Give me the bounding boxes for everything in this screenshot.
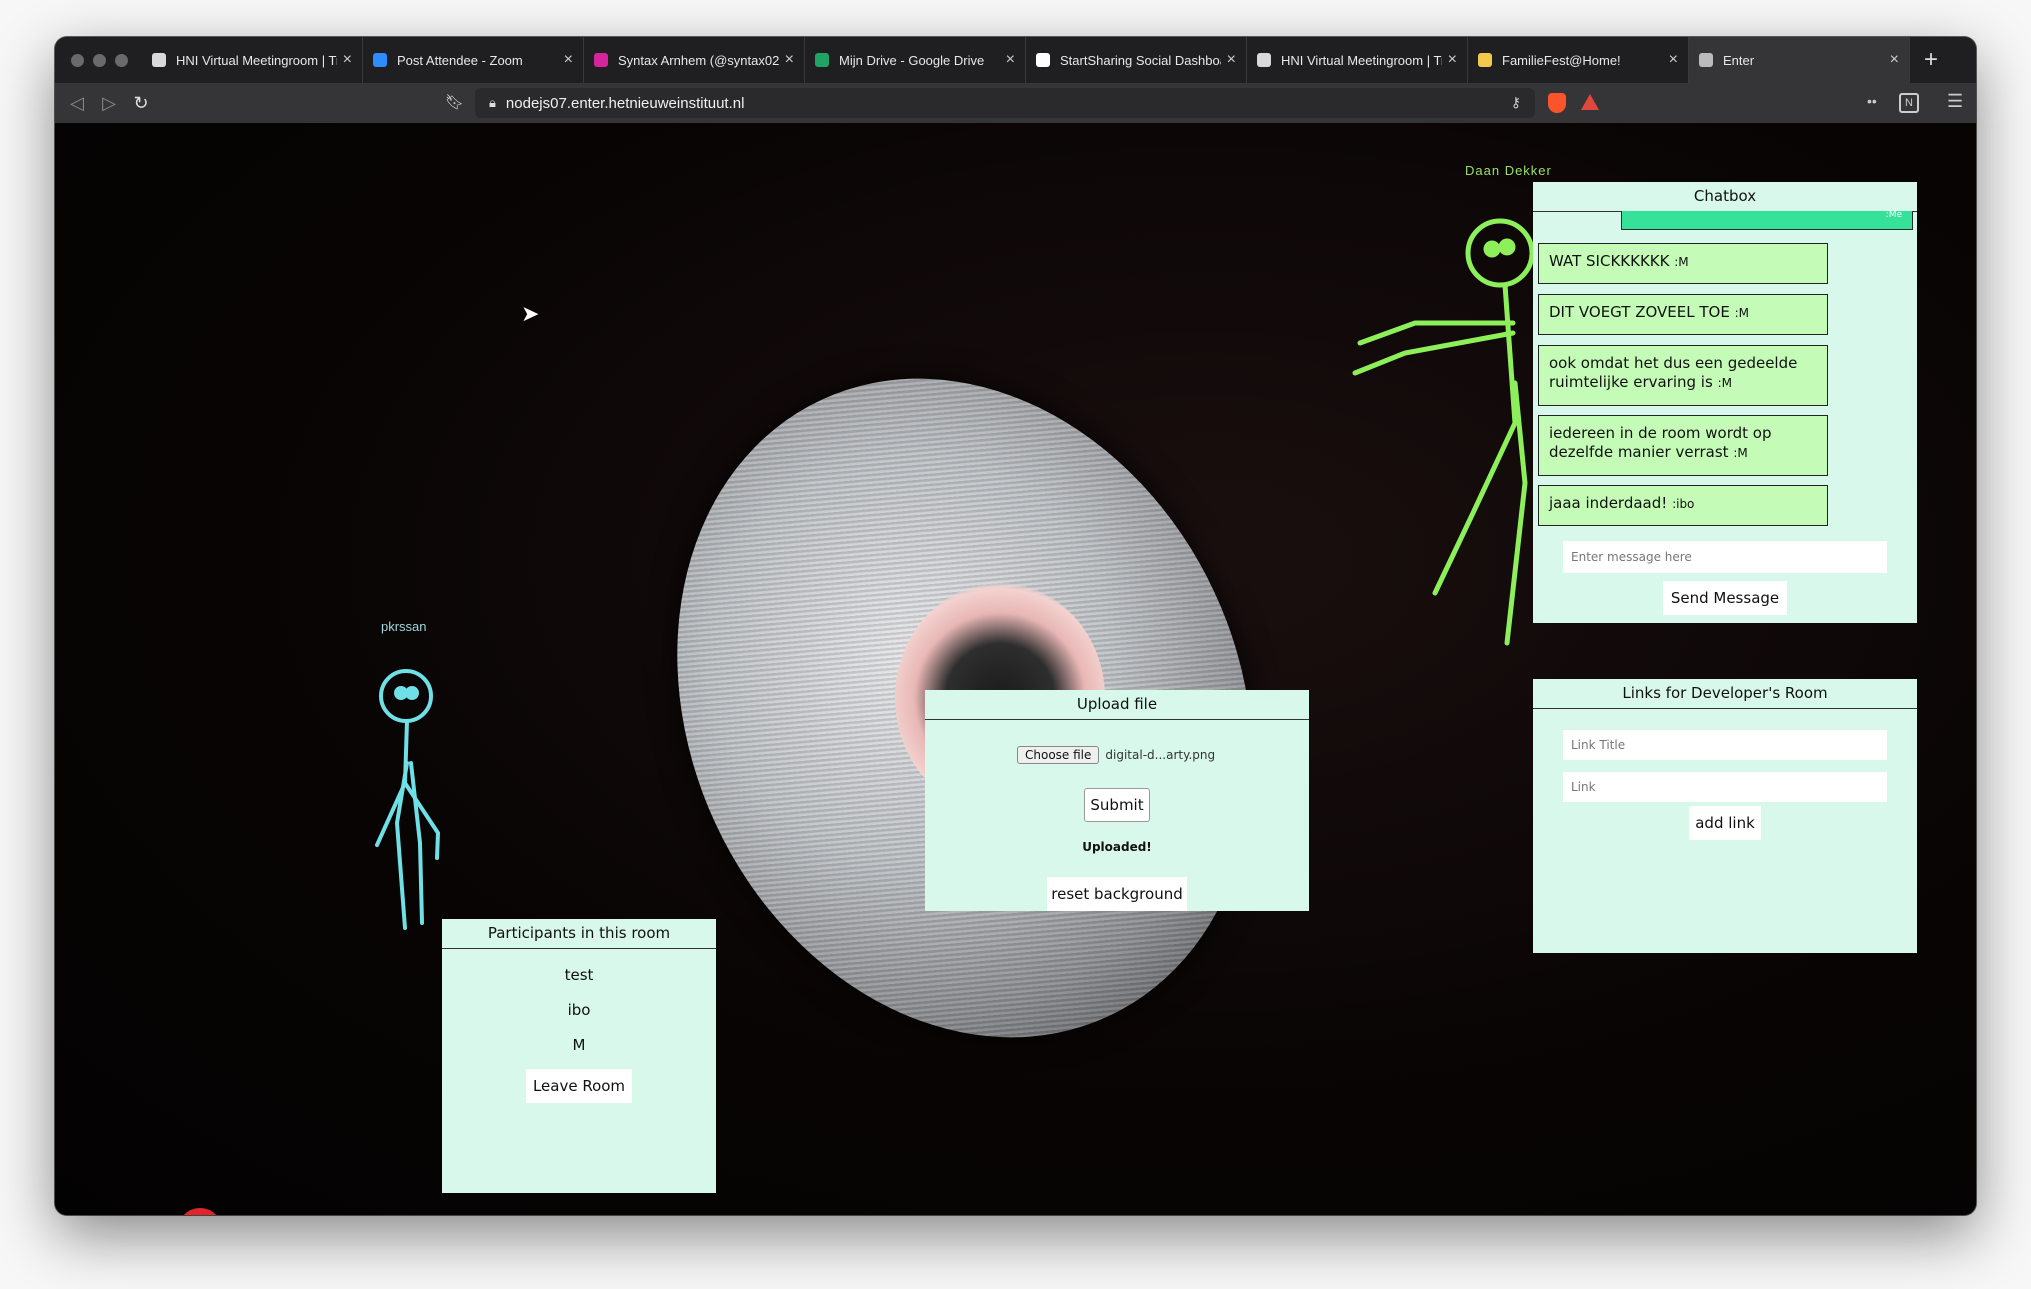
browser-tab[interactable]: Mijn Drive - Google Drive × <box>805 37 1026 83</box>
close-tab-icon[interactable]: × <box>785 51 794 69</box>
window-controls <box>55 53 142 67</box>
links-title: Links for Developer's Room <box>1533 679 1917 709</box>
link-title-input[interactable]: Link Title <box>1563 730 1887 760</box>
add-link-button[interactable]: add link <box>1689 806 1761 840</box>
link-url-input[interactable]: Link <box>1563 772 1887 802</box>
choose-file-button[interactable]: Choose file <box>1017 746 1100 764</box>
chat-message: ook omdat het dus een gedeelde ruimtelij… <box>1538 345 1828 406</box>
brave-shield-icon[interactable] <box>1548 93 1566 113</box>
chat-message-text: ook omdat het dus een gedeelde ruimtelij… <box>1549 354 1798 391</box>
chat-message-author: :M <box>1734 306 1750 320</box>
forward-icon[interactable]: ▷ <box>93 93 125 114</box>
close-tab-icon[interactable]: × <box>1669 51 1678 69</box>
chat-message-text: DIT VOEGT ZOVEEL TOE <box>1549 303 1730 321</box>
participant-name: test <box>564 966 594 984</box>
url-text: nodejs07.enter.hetnieuweinstituut.nl <box>505 94 745 112</box>
tab-title: StartSharing Social Dashboar <box>1060 52 1221 68</box>
browser-tab[interactable]: Syntax Arnhem (@syntax026 × <box>584 37 805 83</box>
extensions-icon[interactable]: •• <box>1867 93 1877 109</box>
address-bar[interactable]: 🔒︎ nodejs07.enter.hetnieuweinstituut.nl … <box>475 88 1535 118</box>
chat-message-text: jaaa inderdaad! <box>1549 494 1668 512</box>
player-name-left: pkrssan <box>381 619 427 634</box>
chat-message-text: WAT SICKKKKKK <box>1549 252 1670 270</box>
hni-favicon-icon <box>1257 53 1271 67</box>
hni-favicon-icon <box>152 53 166 67</box>
brave-rewards-icon[interactable] <box>1581 94 1599 110</box>
participants-panel: Participants in this room test ibo M Lea… <box>442 919 716 1193</box>
lock-icon: 🔒︎ <box>489 95 496 110</box>
file-picker: Choose file digital-d...arty.png <box>1017 746 1215 764</box>
submit-button[interactable]: Submit <box>1084 788 1150 822</box>
chat-message-author: :M <box>1674 255 1689 269</box>
monitor-favicon-icon <box>1699 53 1713 67</box>
browser-toolbar: ◁ ▷ ↻ 🔖︎ 🔒︎ nodejs07.enter.hetnieuweinst… <box>55 83 1976 123</box>
tab-title: Mijn Drive - Google Drive <box>839 52 985 68</box>
chatbox-panel: Chatbox :Me WAT SICKKKKKK :M DIT VOEGT Z… <box>1533 182 1917 623</box>
leave-room-button[interactable]: Leave Room <box>526 1069 632 1103</box>
upload-panel: Upload file Choose file digital-d...arty… <box>925 690 1309 911</box>
upload-title: Upload file <box>925 690 1309 720</box>
close-window-icon[interactable] <box>71 53 84 67</box>
browser-tab[interactable]: FamilieFest@Home! × <box>1468 37 1689 83</box>
close-tab-icon[interactable]: × <box>564 51 573 69</box>
flag-favicon-icon <box>1478 53 1492 67</box>
selected-file-name: digital-d...arty.png <box>1105 748 1216 762</box>
upload-status: Uploaded! <box>1082 840 1152 854</box>
bookmark-icon[interactable]: 🔖︎ <box>445 93 464 111</box>
close-tab-icon[interactable]: × <box>343 51 352 69</box>
avatar-right <box>1352 218 1535 646</box>
chat-message: WAT SICKKKKKK :M <box>1538 243 1828 284</box>
close-tab-icon[interactable]: × <box>1227 51 1236 69</box>
close-tab-icon[interactable]: × <box>1448 51 1457 69</box>
meeting-room-canvas[interactable]: ➤ pkrssan Daan Dekker Chatbox :Me WAT SI… <box>55 123 1976 1215</box>
startsharing-favicon-icon <box>1036 53 1050 67</box>
chat-message: DIT VOEGT ZOVEEL TOE :M <box>1538 294 1828 335</box>
tab-bar: HNI Virtual Meetingroom | Tr × Post Attend… <box>55 37 1976 83</box>
tab-title: HNI Virtual Meetingroom | Tr <box>1281 52 1442 68</box>
browser-tab[interactable]: Post Attendee - Zoom × <box>363 37 584 83</box>
close-tab-icon[interactable]: × <box>1890 51 1899 69</box>
chat-message-input[interactable]: Enter message here <box>1563 541 1887 573</box>
chat-message-author: :ibo <box>1672 497 1695 511</box>
browser-tab[interactable]: Enter × <box>1689 37 1910 83</box>
new-tab-button[interactable]: + <box>1910 46 1952 74</box>
notion-extension-icon[interactable]: N <box>1899 93 1919 113</box>
browser-tab[interactable]: HNI Virtual Meetingroom | Tr × <box>1247 37 1468 83</box>
participant-name: ibo <box>567 1001 591 1019</box>
minimize-window-icon[interactable] <box>93 53 106 67</box>
back-icon[interactable]: ◁ <box>61 93 93 114</box>
browser-tab[interactable]: HNI Virtual Meetingroom | Tr × <box>142 37 363 83</box>
chatbox-title: Chatbox <box>1533 182 1917 212</box>
browser-window: HNI Virtual Meetingroom | Tr × Post Attend… <box>55 37 1976 1215</box>
chat-message-author: :M <box>1717 376 1732 390</box>
participants-title: Participants in this room <box>442 919 716 949</box>
tab-title: Enter <box>1723 52 1755 68</box>
avatar-left <box>375 669 441 930</box>
chat-message: iedereen in de room wordt op dezelfde ma… <box>1538 415 1828 476</box>
send-message-button[interactable]: Send Message <box>1663 581 1787 615</box>
chat-message-partial: :Me <box>1621 210 1913 230</box>
tab-title: Post Attendee - Zoom <box>397 52 523 68</box>
reload-icon[interactable]: ↻ <box>125 93 157 114</box>
tab-title: Syntax Arnhem (@syntax026 <box>618 52 779 68</box>
links-panel: Links for Developer's Room Link Title Li… <box>1533 679 1917 953</box>
zoom-favicon-icon <box>373 53 387 67</box>
player-name-right: Daan Dekker <box>1465 163 1552 178</box>
participant-name: M <box>572 1036 586 1054</box>
instagram-favicon-icon <box>594 53 608 67</box>
drive-favicon-icon <box>815 53 829 67</box>
tab-title: FamilieFest@Home! <box>1502 52 1621 68</box>
key-icon[interactable]: ⚷ <box>1511 94 1521 111</box>
maximize-window-icon[interactable] <box>115 53 128 67</box>
menu-icon[interactable]: ☰ <box>1947 91 1963 112</box>
close-tab-icon[interactable]: × <box>1006 51 1015 69</box>
browser-tab[interactable]: StartSharing Social Dashboar × <box>1026 37 1247 83</box>
chat-message-author: :M <box>1733 446 1748 460</box>
tab-title: HNI Virtual Meetingroom | Tr <box>176 52 337 68</box>
reset-background-button[interactable]: reset background <box>1047 877 1187 911</box>
chat-message: jaaa inderdaad! :ibo <box>1538 485 1828 526</box>
